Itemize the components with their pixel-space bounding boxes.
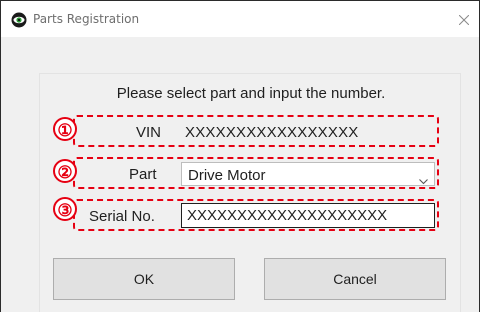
part-label: Part	[129, 166, 157, 183]
vin-value: XXXXXXXXXXXXXXXXX	[185, 124, 359, 141]
part-select[interactable]: Drive Motor	[181, 162, 435, 186]
vin-label: VIN	[136, 124, 162, 141]
close-icon	[459, 15, 469, 25]
ok-button[interactable]: OK	[53, 258, 235, 300]
cancel-button[interactable]: Cancel	[264, 258, 446, 300]
part-select-value: Drive Motor	[188, 167, 266, 184]
marker-3: ③	[53, 197, 77, 221]
instruction-text: Please select part and input the number.	[116, 85, 386, 102]
marker-1: ①	[53, 117, 77, 141]
window-title: Parts Registration	[33, 12, 140, 26]
serial-label: Serial No.	[89, 208, 155, 225]
chevron-down-icon	[419, 172, 428, 190]
title-bar[interactable]: Parts Registration	[1, 1, 479, 37]
serial-input[interactable]	[181, 203, 435, 228]
app-eye-icon	[11, 12, 27, 28]
close-button[interactable]	[449, 1, 479, 37]
dialog-window: Parts Registration Please select part an…	[0, 0, 480, 312]
marker-2: ②	[53, 159, 77, 183]
